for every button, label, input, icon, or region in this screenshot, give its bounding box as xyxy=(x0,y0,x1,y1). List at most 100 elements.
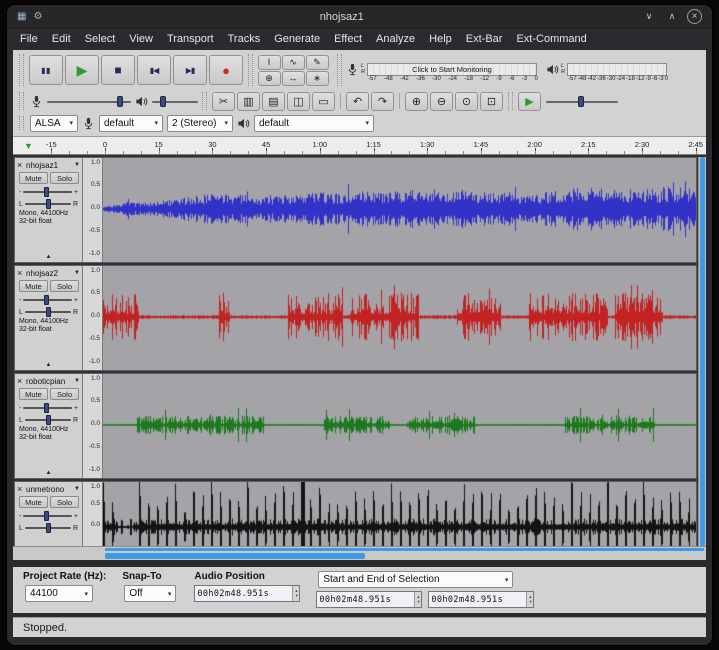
track-close-button[interactable]: × xyxy=(17,269,24,278)
play-at-speed-button[interactable]: ▶ xyxy=(518,92,541,111)
gain-slider[interactable]: - + xyxy=(17,510,80,522)
cut-button[interactable]: ✂ xyxy=(212,92,235,111)
toolbar-grip[interactable] xyxy=(202,92,207,110)
gain-slider-track[interactable] xyxy=(23,186,72,198)
skip-to-start-button[interactable]: ▮◀ xyxy=(137,55,171,85)
toolbar-grip[interactable] xyxy=(248,54,253,86)
pan-slider[interactable]: L R xyxy=(17,198,80,210)
spinner-down-icon[interactable]: ▾ xyxy=(295,594,297,599)
project-rate-select[interactable]: 44100▾ xyxy=(25,585,93,602)
recording-channels-select[interactable]: 2 (Stereo)▾ xyxy=(167,115,233,132)
pause-button[interactable]: ▮▮ xyxy=(29,55,63,85)
audio-host-select[interactable]: ALSA▾ xyxy=(30,115,78,132)
zoom-selection-button[interactable]: ⊙ xyxy=(455,92,478,111)
gain-slider[interactable]: - + xyxy=(17,402,80,414)
draw-tool-button[interactable]: ✎ xyxy=(306,55,329,70)
menu-tracks[interactable]: Tracks xyxy=(221,32,268,46)
playback-device-select[interactable]: default▾ xyxy=(254,115,374,132)
track-close-button[interactable]: × xyxy=(17,485,24,494)
menu-help[interactable]: Help xyxy=(422,32,459,46)
paste-button[interactable]: ▤ xyxy=(262,92,285,111)
spinner[interactable]: ▴▾ xyxy=(414,592,421,607)
record-meter-bar[interactable]: Click to Start Monitoring xyxy=(367,63,537,76)
track-menu-arrow-icon[interactable]: ▼ xyxy=(74,162,80,168)
settings-icon[interactable]: ⚙ xyxy=(33,11,42,22)
skip-to-end-button[interactable]: ▶▮ xyxy=(173,55,207,85)
titlebar[interactable]: ▦ ⚙ nhojsaz1 ∨ ∧ × xyxy=(7,5,712,29)
vertical-scrollbar-thumb[interactable] xyxy=(700,157,705,546)
selection-start-field[interactable]: 00h02m48.951s ▴▾ xyxy=(316,591,422,608)
audio-position-field[interactable]: 00h02m48.951s ▴▾ xyxy=(194,585,300,602)
menu-effect[interactable]: Effect xyxy=(327,32,369,46)
menu-file[interactable]: File xyxy=(13,32,45,46)
collapse-button[interactable]: ▲ xyxy=(20,361,77,370)
menu-ext-command[interactable]: Ext-Command xyxy=(509,32,593,46)
track-menu-arrow-icon[interactable]: ▼ xyxy=(74,270,80,276)
waveform-area[interactable] xyxy=(103,482,696,546)
track-control-panel[interactable]: × nhojsaz1 ▼ Mute Solo - + L xyxy=(15,158,83,262)
spinner-down-icon[interactable]: ▾ xyxy=(417,600,419,605)
track-name[interactable]: unmetrono xyxy=(26,485,72,494)
timeshift-tool-button[interactable]: ↔ xyxy=(282,71,305,86)
selection-start-value[interactable]: 00h02m48.951s xyxy=(317,595,393,605)
playback-volume-slider[interactable] xyxy=(152,95,198,108)
solo-button[interactable]: Solo xyxy=(50,496,79,508)
mute-button[interactable]: Mute xyxy=(19,388,48,400)
selection-tool-button[interactable]: I xyxy=(258,55,281,70)
redo-button[interactable]: ↷ xyxy=(371,92,394,111)
multi-tool-button[interactable]: ∗ xyxy=(306,71,329,86)
gain-slider[interactable]: - + xyxy=(17,294,80,306)
pan-slider-track[interactable] xyxy=(25,522,71,534)
solo-button[interactable]: Solo xyxy=(50,280,79,292)
timeline-ruler[interactable]: ▼ -1501530451:001:151:301:452:002:152:30… xyxy=(13,137,706,155)
toolbar-grip[interactable] xyxy=(19,116,24,130)
pan-slider-track[interactable] xyxy=(25,306,71,318)
play-button[interactable]: ▶ xyxy=(65,55,99,85)
zoom-tool-button[interactable]: ⊕ xyxy=(258,71,281,86)
spinner[interactable]: ▴▾ xyxy=(292,586,299,601)
record-button[interactable]: ● xyxy=(209,55,243,85)
recording-volume-slider[interactable] xyxy=(47,95,131,108)
recording-device-select[interactable]: default▾ xyxy=(99,115,163,132)
track-close-button[interactable]: × xyxy=(17,161,24,170)
silence-button[interactable]: ▭ xyxy=(312,92,335,111)
spinner-down-icon[interactable]: ▾ xyxy=(529,600,531,605)
menu-edit[interactable]: Edit xyxy=(45,32,78,46)
envelope-tool-button[interactable]: ∿ xyxy=(282,55,305,70)
menu-select[interactable]: Select xyxy=(78,32,123,46)
track-control-panel[interactable]: × unmetrono ▼ Mute Solo - + L xyxy=(15,482,83,546)
gain-slider-track[interactable] xyxy=(23,402,72,414)
mute-button[interactable]: Mute xyxy=(19,280,48,292)
minimize-button[interactable]: ∨ xyxy=(641,11,657,22)
toolbar-grip[interactable] xyxy=(19,54,24,86)
collapse-button[interactable]: ▲ xyxy=(20,469,77,478)
track-close-button[interactable]: × xyxy=(17,377,24,386)
pan-slider-track[interactable] xyxy=(25,198,71,210)
zoom-fit-button[interactable]: ⊡ xyxy=(480,92,503,111)
play-speed-slider[interactable] xyxy=(546,95,618,108)
maximize-button[interactable]: ∧ xyxy=(664,11,680,22)
track-menu-arrow-icon[interactable]: ▼ xyxy=(74,378,80,384)
menu-view[interactable]: View xyxy=(122,32,160,46)
collapse-button[interactable]: ▲ xyxy=(20,253,77,262)
horizontal-scrollbar-thumb[interactable] xyxy=(105,553,365,559)
track-control-panel[interactable]: × roboticpian ▼ Mute Solo - + L xyxy=(15,374,83,478)
play-meter-bar[interactable] xyxy=(567,63,667,76)
selection-end-field[interactable]: 00h02m48.951s ▴▾ xyxy=(428,591,534,608)
track-name[interactable]: nhojsaz1 xyxy=(26,161,72,170)
timeline-options-icon[interactable]: ▼ xyxy=(24,141,33,151)
track-name[interactable]: nhojsaz2 xyxy=(26,269,72,278)
waveform-area[interactable] xyxy=(103,266,696,370)
undo-button[interactable]: ↶ xyxy=(346,92,369,111)
toolbar-grip[interactable] xyxy=(508,92,513,110)
trim-button[interactable]: ◫ xyxy=(287,92,310,111)
close-button[interactable]: × xyxy=(687,9,702,24)
gain-slider[interactable]: - + xyxy=(17,186,80,198)
menu-ext-bar[interactable]: Ext-Bar xyxy=(459,32,510,46)
track-menu-arrow-icon[interactable]: ▼ xyxy=(74,486,80,492)
toolbar-grip[interactable] xyxy=(19,92,24,110)
record-meter[interactable]: LR Click to Start Monitoring -57-48-42-3… xyxy=(346,63,538,82)
track-name[interactable]: roboticpian xyxy=(26,377,72,386)
gain-slider-track[interactable] xyxy=(23,510,72,522)
monitoring-text[interactable]: Click to Start Monitoring xyxy=(412,65,492,74)
